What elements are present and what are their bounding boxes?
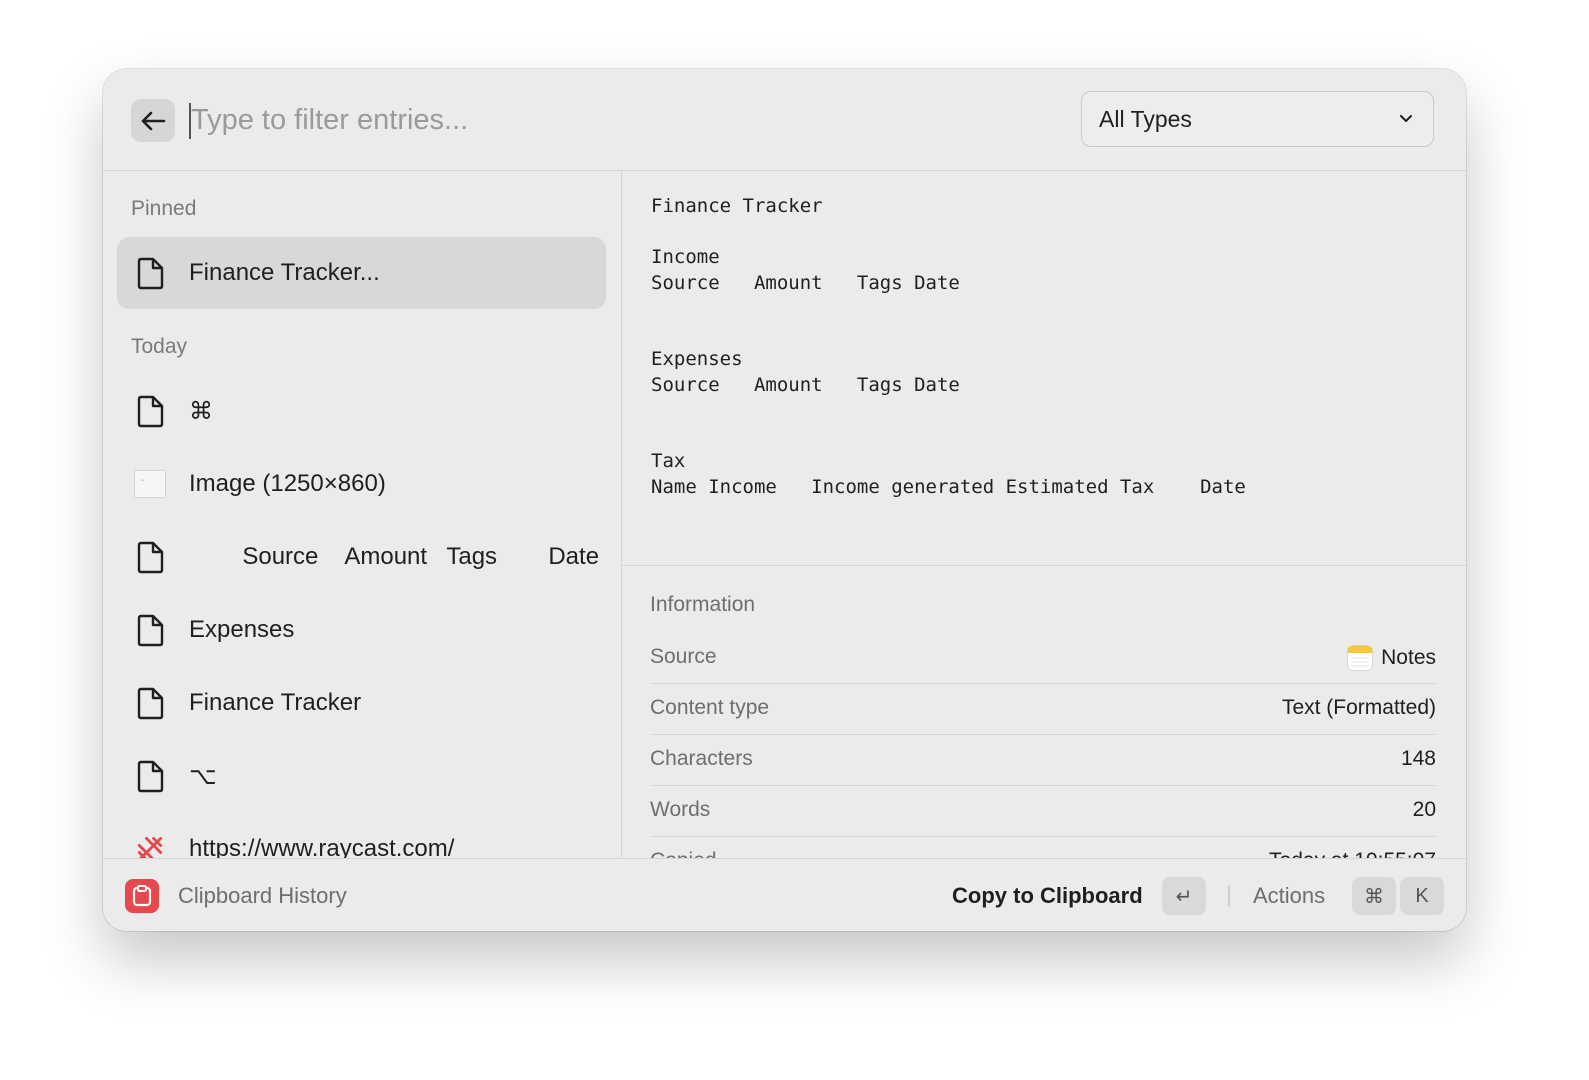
list-item-label: Expenses bbox=[189, 616, 295, 643]
list-item-label: Source Amount Tags Date bbox=[189, 515, 599, 599]
entries-list[interactable]: Pinned Finance Tracker... Today ⌘ Image … bbox=[103, 171, 622, 858]
information-header: Information bbox=[650, 593, 756, 616]
clipboard-history-window: All Types Pinned Finance Tracker... Toda… bbox=[103, 69, 1466, 931]
preview-expenses-title: Expenses bbox=[651, 348, 743, 370]
col-amount: Amount bbox=[344, 543, 428, 570]
list-item[interactable]: https://www.raycast.com/ bbox=[117, 813, 606, 858]
info-key: Characters bbox=[650, 747, 753, 770]
info-row-content-type: Content type Text (Formatted) bbox=[650, 684, 1436, 735]
info-value: Text (Formatted) bbox=[1281, 696, 1436, 719]
list-item-label: https://www.raycast.com/ bbox=[189, 835, 455, 858]
actions-button[interactable]: Actions bbox=[1253, 883, 1325, 909]
info-value: Notes bbox=[1347, 645, 1436, 671]
back-button[interactable] bbox=[131, 99, 175, 142]
list-item[interactable]: ⌘ bbox=[117, 375, 606, 447]
chevron-down-icon bbox=[1400, 115, 1412, 122]
type-filter-dropdown[interactable]: All Types bbox=[1081, 91, 1434, 147]
clipboard-icon bbox=[132, 885, 152, 907]
preview-income-title: Income bbox=[651, 246, 720, 268]
col-tags: Tags bbox=[446, 543, 498, 570]
section-header-pinned: Pinned bbox=[131, 197, 197, 220]
k-key-hint: K bbox=[1400, 877, 1444, 915]
image-thumbnail-icon bbox=[134, 467, 166, 501]
info-row-source: Source Notes bbox=[650, 633, 1436, 684]
search-bar: All Types bbox=[103, 69, 1466, 171]
copy-to-clipboard-button[interactable]: Copy to Clipboard bbox=[952, 883, 1143, 909]
section-header-today: Today bbox=[131, 335, 188, 358]
footer-divider bbox=[1228, 885, 1230, 907]
col-date: Date bbox=[548, 543, 600, 570]
detail-panel: Finance Tracker Income Source Amount Tag… bbox=[622, 171, 1466, 872]
action-bar: Clipboard History Copy to Clipboard ↵ Ac… bbox=[103, 858, 1466, 931]
raycast-icon bbox=[134, 832, 166, 858]
arrow-left-icon bbox=[141, 111, 166, 130]
list-item[interactable]: Source Amount Tags Date bbox=[117, 521, 606, 593]
command-key-hint: ⌘ bbox=[1352, 877, 1396, 915]
list-item-label: Finance Tracker bbox=[189, 689, 362, 716]
info-key: Source bbox=[650, 645, 717, 668]
preview-title: Finance Tracker bbox=[651, 195, 823, 217]
col-source: Source bbox=[242, 543, 319, 570]
content-preview: Finance Tracker Income Source Amount Tag… bbox=[622, 171, 1466, 566]
list-item[interactable]: Finance Tracker... bbox=[117, 237, 606, 309]
document-icon bbox=[134, 613, 166, 647]
document-icon bbox=[134, 256, 166, 290]
info-key: Content type bbox=[650, 696, 770, 719]
list-item[interactable]: ⌥ bbox=[117, 740, 606, 812]
notes-app-icon bbox=[1347, 645, 1374, 671]
preview-tax-cols: Name Income Income generated Estimated T… bbox=[651, 476, 1246, 498]
info-value: 20 bbox=[1412, 798, 1436, 821]
info-key: Words bbox=[650, 798, 711, 821]
list-item-label: Finance Tracker... bbox=[189, 259, 380, 286]
search-input[interactable] bbox=[189, 97, 1011, 143]
document-icon bbox=[134, 394, 166, 428]
info-row-words: Words 20 bbox=[650, 786, 1436, 837]
clipboard-history-app-icon bbox=[125, 879, 159, 913]
return-key-hint: ↵ bbox=[1162, 877, 1206, 915]
document-icon bbox=[134, 540, 166, 574]
info-value-text: Notes bbox=[1381, 646, 1436, 669]
preview-tax-title: Tax bbox=[651, 450, 686, 472]
type-filter-value: All Types bbox=[1099, 105, 1192, 132]
preview-expenses-cols: Source Amount Tags Date bbox=[651, 374, 960, 396]
list-item[interactable]: Finance Tracker bbox=[117, 667, 606, 739]
info-value: 148 bbox=[1400, 747, 1436, 770]
preview-income-cols: Source Amount Tags Date bbox=[651, 272, 960, 294]
list-item-label: ⌥ bbox=[189, 762, 217, 790]
list-item[interactable]: Image (1250×860) bbox=[117, 448, 606, 520]
document-icon bbox=[134, 759, 166, 793]
list-item[interactable]: Expenses bbox=[117, 594, 606, 666]
info-row-characters: Characters 148 bbox=[650, 735, 1436, 786]
list-item-label: ⌘ bbox=[189, 397, 213, 425]
list-item-label: Image (1250×860) bbox=[189, 470, 386, 497]
document-icon bbox=[134, 686, 166, 720]
app-name: Clipboard History bbox=[178, 883, 347, 908]
